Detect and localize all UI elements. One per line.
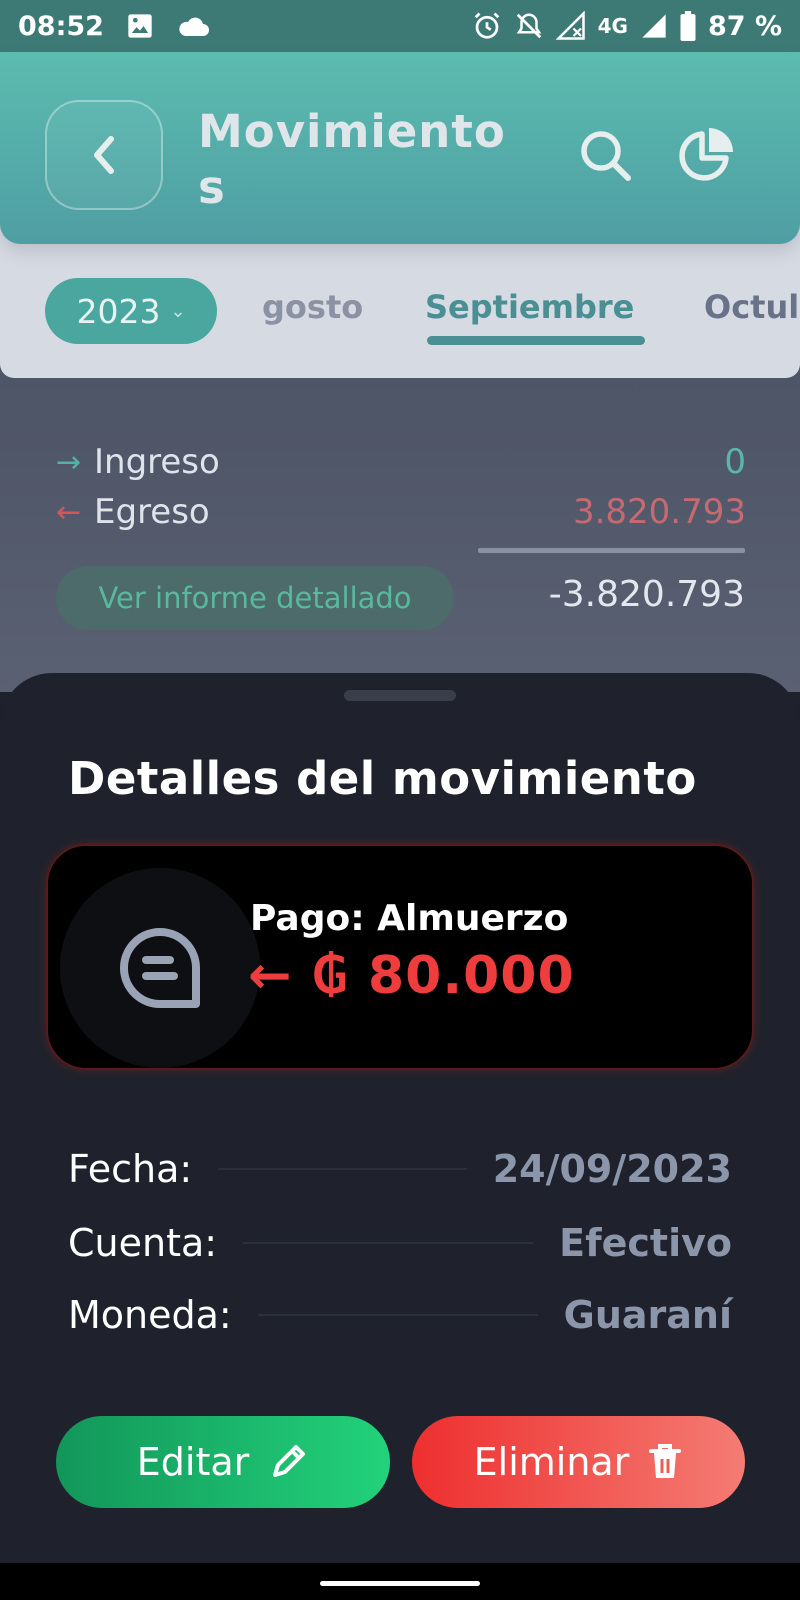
- app-header: Movimientos: [0, 52, 800, 244]
- image-icon: [126, 12, 154, 40]
- tab-october[interactable]: Octul: [704, 288, 799, 326]
- expense-label: Egreso: [94, 492, 210, 532]
- status-time: 08:52: [18, 10, 104, 42]
- chart-button[interactable]: [676, 124, 736, 184]
- account-label: Cuenta:: [68, 1221, 218, 1265]
- transaction-card: Pago: Almuerzo ← ₲ 80.000: [46, 844, 754, 1070]
- balance-total: -3.820.793: [548, 574, 745, 615]
- year-label: 2023: [76, 291, 161, 331]
- expense-row: ← Egreso 3.820.793: [56, 492, 746, 532]
- trash-icon: [649, 1444, 682, 1478]
- pencil-icon: [273, 1445, 306, 1477]
- income-value: 0: [724, 442, 746, 482]
- chevron-down-icon: ⌄: [170, 300, 186, 322]
- detail-row-account: Cuenta: Efectivo: [68, 1218, 732, 1268]
- detailed-report-button[interactable]: Ver informe detallado: [56, 566, 454, 630]
- battery-level: 87 %: [707, 10, 782, 42]
- chevron-left-icon: [94, 136, 114, 174]
- row-separator: [218, 1168, 467, 1170]
- search-button[interactable]: [576, 126, 636, 186]
- row-separator: [243, 1242, 534, 1244]
- income-label: Ingreso: [94, 442, 220, 482]
- note-icon: [120, 928, 200, 1008]
- row-separator: [257, 1314, 538, 1316]
- currency-value: Guaraní: [563, 1293, 732, 1337]
- currency-label: Moneda:: [68, 1293, 232, 1337]
- arrow-right-icon: →: [56, 444, 82, 480]
- sheet-title: Detalles del movimiento: [68, 752, 697, 805]
- battery-icon: [680, 11, 696, 41]
- tab-august[interactable]: gosto: [262, 288, 363, 326]
- account-value: Efectivo: [559, 1221, 732, 1265]
- signal-icon: [640, 12, 668, 40]
- income-row: → Ingreso 0: [56, 442, 746, 482]
- date-value: 24/09/2023: [492, 1147, 732, 1191]
- arrow-left-icon: ←: [56, 494, 82, 530]
- delete-button-label: Eliminar: [473, 1440, 630, 1484]
- status-bar: 08:52 4G 87 %: [0, 0, 800, 52]
- active-tab-indicator: [427, 336, 645, 345]
- transaction-icon-circle: [60, 868, 260, 1068]
- summary-divider: [478, 548, 745, 553]
- notifications-off-icon: [514, 11, 544, 41]
- tab-september[interactable]: Septiembre: [425, 288, 634, 326]
- transaction-title: Pago: Almuerzo: [250, 898, 569, 939]
- edit-button-label: Editar: [136, 1440, 250, 1484]
- year-selector[interactable]: 2023 ⌄: [45, 278, 217, 344]
- transaction-amount: ← ₲ 80.000: [248, 946, 575, 1006]
- back-button[interactable]: [45, 100, 163, 210]
- detail-row-date: Fecha: 24/09/2023: [68, 1144, 732, 1194]
- detail-row-currency: Moneda: Guaraní: [68, 1290, 732, 1340]
- network-type: 4G: [597, 14, 628, 38]
- search-icon: [581, 131, 631, 181]
- alarm-icon: [472, 11, 502, 41]
- edit-button[interactable]: Editar: [56, 1416, 390, 1508]
- home-gesture-handle[interactable]: [320, 1581, 480, 1586]
- pie-chart-icon: [679, 128, 733, 181]
- signal-off-icon: [555, 11, 586, 41]
- expense-value: 3.820.793: [572, 492, 746, 532]
- cloud-icon: [176, 14, 210, 38]
- delete-button[interactable]: Eliminar: [412, 1416, 745, 1508]
- page-title: Movimientos: [198, 105, 506, 212]
- sheet-drag-handle[interactable]: [344, 690, 456, 701]
- date-label: Fecha:: [68, 1147, 193, 1191]
